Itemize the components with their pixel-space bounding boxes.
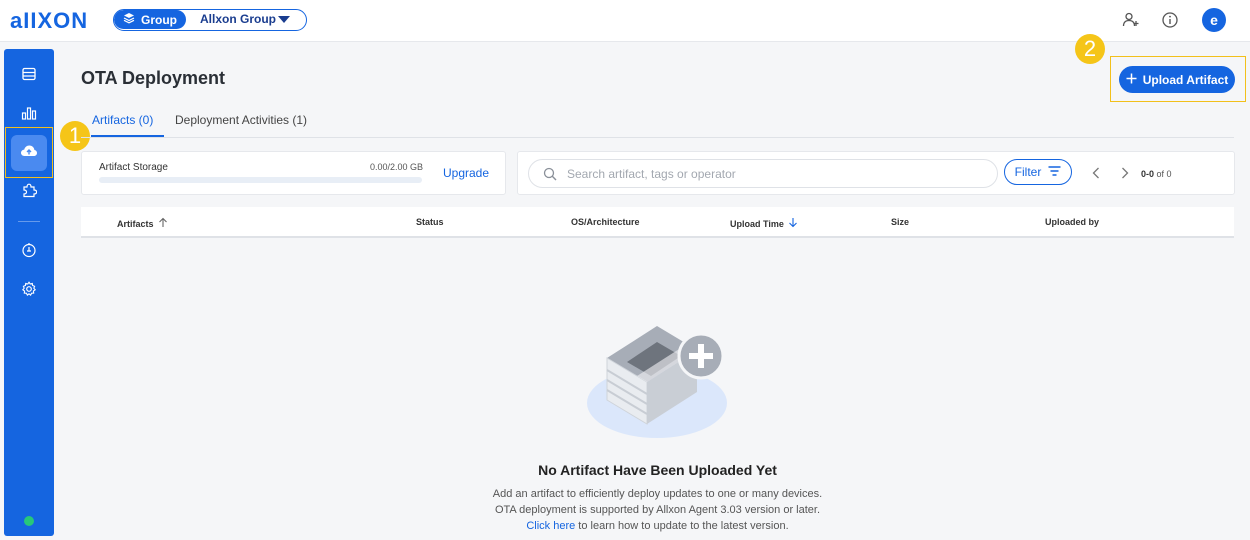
tab-deployment-activities[interactable]: Deployment Activities (1) bbox=[175, 113, 307, 127]
column-label: Uploaded by bbox=[1045, 217, 1100, 227]
search-input[interactable] bbox=[567, 165, 987, 183]
sidebar-divider bbox=[18, 221, 40, 222]
column-label: Status bbox=[416, 217, 444, 227]
empty-state-line-2: OTA deployment is supported by Allxon Ag… bbox=[494, 504, 821, 516]
search-box[interactable] bbox=[528, 159, 998, 188]
column-label: Upload Time bbox=[730, 218, 784, 229]
column-label: Artifacts bbox=[117, 218, 154, 229]
pagination-info: 0-0 of 0 bbox=[1141, 169, 1172, 179]
plus-icon bbox=[1126, 73, 1137, 87]
group-chip-label: Group bbox=[141, 12, 177, 27]
sidebar-item-settings[interactable] bbox=[4, 276, 54, 306]
sidebar-item-plugins[interactable] bbox=[4, 177, 54, 207]
column-artifacts[interactable]: Artifacts bbox=[117, 217, 168, 230]
group-name: Allxon Group bbox=[200, 12, 276, 26]
puzzle-icon bbox=[21, 182, 38, 203]
column-upload-time[interactable]: Upload Time bbox=[730, 217, 798, 230]
column-label: OS/Architecture bbox=[571, 217, 640, 227]
layers-icon bbox=[123, 12, 135, 27]
column-label: Size bbox=[891, 217, 910, 227]
storage-usage-value: 0.00/2.00 GB bbox=[370, 162, 424, 172]
empty-state-title: No Artifact Have Been Uploaded Yet bbox=[538, 462, 777, 478]
filter-icon bbox=[1048, 165, 1061, 179]
pagination-range: 0-0 bbox=[1141, 169, 1155, 179]
page-title: OTA Deployment bbox=[81, 68, 226, 88]
empty-state-line-3-text: to learn how to update to the latest ver… bbox=[575, 520, 789, 532]
filter-label: Filter bbox=[1014, 165, 1042, 179]
group-selector[interactable]: Group Allxon Group bbox=[113, 9, 307, 31]
alert-monitor-icon bbox=[21, 242, 37, 263]
allxon-logo[interactable]: aIIXON bbox=[10, 8, 88, 34]
add-user-icon[interactable] bbox=[1121, 10, 1141, 30]
user-avatar[interactable]: e bbox=[1202, 8, 1226, 32]
search-toolbar: Filter 0-0 of 0 bbox=[517, 151, 1235, 195]
artifacts-table-header: Artifacts Status OS/Architecture Upload … bbox=[81, 207, 1234, 238]
upload-artifact-button[interactable]: Upload Artifact bbox=[1119, 66, 1235, 93]
filter-button[interactable]: Filter bbox=[1004, 159, 1072, 185]
sidebar-item-devices[interactable] bbox=[4, 61, 54, 91]
top-bar: aIIXON Group Allxon Group e bbox=[0, 0, 1250, 42]
gear-icon bbox=[21, 280, 37, 302]
artifact-storage-card: Artifact Storage 0.00/2.00 GB Upgrade bbox=[81, 151, 506, 195]
empty-state-line-3: Click here to learn how to update to the… bbox=[0, 520, 1250, 532]
click-here-link[interactable]: Click here bbox=[526, 520, 575, 532]
analytics-icon bbox=[21, 105, 37, 126]
empty-box-illustration bbox=[585, 320, 730, 442]
storage-label: Artifact Storage bbox=[99, 162, 168, 173]
group-chip[interactable]: Group bbox=[114, 10, 186, 29]
empty-state-line-1: Add an artifact to efficiently deploy up… bbox=[492, 488, 823, 500]
previous-page-icon[interactable] bbox=[1092, 166, 1100, 184]
sidebar-item-alerts[interactable] bbox=[4, 237, 54, 267]
tab-bar: Artifacts (0) Deployment Activities (1) bbox=[81, 106, 1234, 138]
pagination-total: of 0 bbox=[1154, 169, 1172, 179]
column-status[interactable]: Status bbox=[416, 217, 444, 227]
next-page-icon[interactable] bbox=[1121, 166, 1129, 184]
column-os-architecture[interactable]: OS/Architecture bbox=[571, 217, 640, 227]
column-uploaded-by[interactable]: Uploaded by bbox=[1045, 217, 1099, 227]
column-size[interactable]: Size bbox=[891, 217, 909, 227]
active-tab-indicator bbox=[91, 135, 164, 137]
sort-descending-icon[interactable] bbox=[788, 217, 798, 230]
sidebar-item-analytics[interactable] bbox=[4, 100, 54, 130]
storage-progress-bar bbox=[99, 177, 422, 183]
step-marker-2: 2 bbox=[1075, 34, 1105, 64]
info-icon[interactable] bbox=[1160, 10, 1180, 30]
devices-icon bbox=[21, 66, 37, 87]
highlight-box-sidebar bbox=[5, 127, 53, 178]
sort-ascending-icon[interactable] bbox=[158, 217, 168, 230]
chevron-down-icon[interactable] bbox=[278, 16, 290, 23]
upload-artifact-label: Upload Artifact bbox=[1142, 72, 1229, 87]
tab-artifacts[interactable]: Artifacts (0) bbox=[92, 113, 153, 127]
search-icon bbox=[543, 167, 557, 186]
upgrade-link[interactable]: Upgrade bbox=[443, 166, 489, 180]
